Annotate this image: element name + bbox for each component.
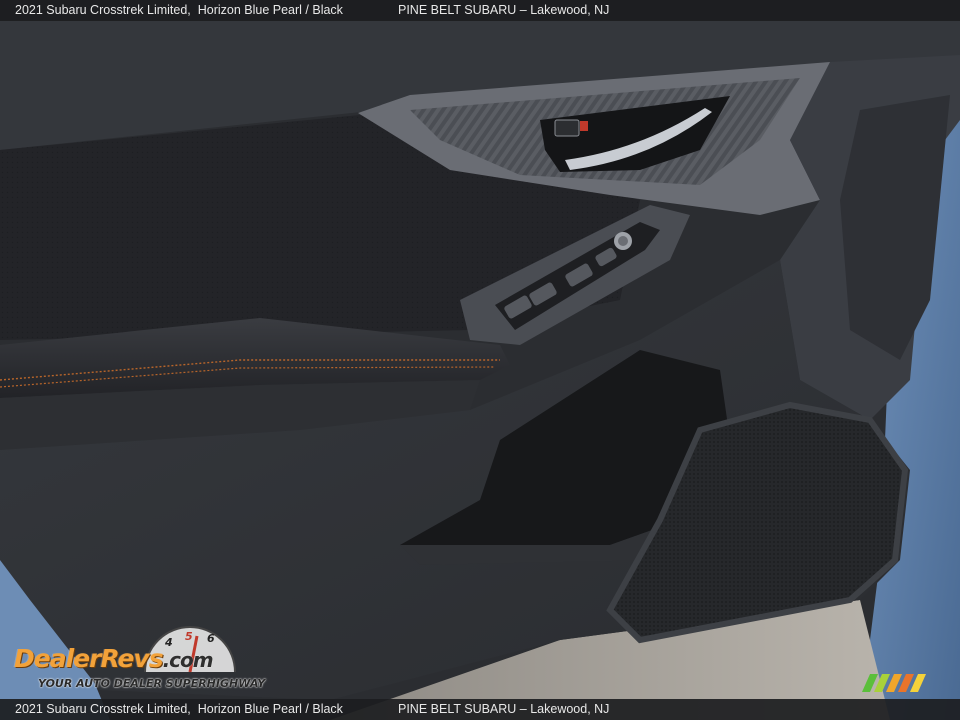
caption-bar-top: 2021 Subaru Crosstrek Limited, Horizon B… <box>0 0 960 21</box>
color-stripes-logo <box>862 674 926 692</box>
caption-dealer-bottom: PINE BELT SUBARU – Lakewood, NJ <box>398 702 610 716</box>
caption-color-bottom: Horizon Blue Pearl / Black <box>197 702 343 716</box>
caption-vehicle-top: 2021 Subaru Crosstrek Limited, Horizon B… <box>15 3 343 17</box>
caption-color-top: Horizon Blue Pearl / Black <box>197 3 343 17</box>
door-interior-photo <box>0 0 960 720</box>
caption-vehicle-bottom: 2021 Subaru Crosstrek Limited, Horizon B… <box>15 702 343 716</box>
photo-frame: 2021 Subaru Crosstrek Limited, Horizon B… <box>0 0 960 720</box>
watermark-brand: DealerRevs.com <box>14 644 214 673</box>
gauge-digit-5: 5 <box>185 630 193 643</box>
caption-bar-bottom: 2021 Subaru Crosstrek Limited, Horizon B… <box>0 699 960 720</box>
watermark-tagline: YOUR AUTO DEALER SUPERHIGHWAY <box>38 677 266 690</box>
caption-dealer-top: PINE BELT SUBARU – Lakewood, NJ <box>398 3 610 17</box>
dealerrevs-watermark: 4 5 6 DealerRevs.com YOUR AUTO DEALER SU… <box>10 622 270 698</box>
